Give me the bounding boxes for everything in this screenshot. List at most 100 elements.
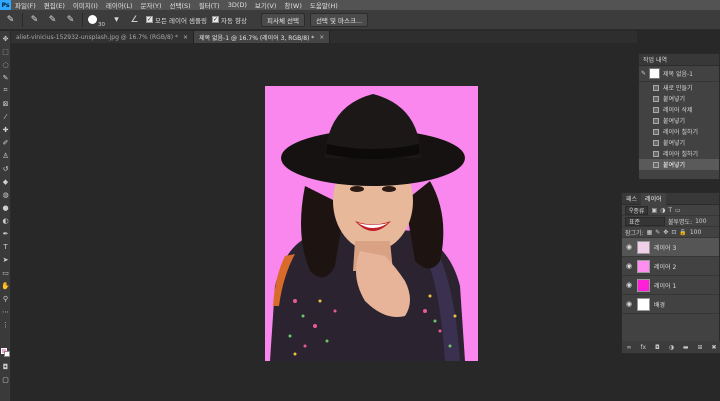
sample-all-layers-checkbox[interactable]: ✓ 모든 레이어 샘플링 <box>146 15 207 25</box>
tools-panel: ✥ ⬚ ◌ ✎ ⌗ ⊠ ⁄ ✚ ✐ ♙ ↺ ◆ ◍ ● ◐ ✒ T ➤ ▭ ✋ … <box>0 31 11 401</box>
clone-stamp-tool-icon[interactable]: ♙ <box>1 151 10 160</box>
crop-tool-icon[interactable]: ⌗ <box>1 86 10 95</box>
add-to-selection-icon[interactable]: ✎ <box>46 13 59 26</box>
filter-shape-icon[interactable]: ▭ <box>675 207 681 214</box>
dodge-tool-icon[interactable]: ◐ <box>1 216 10 225</box>
history-panel-title[interactable]: 작업 내역 <box>643 55 667 64</box>
eyedropper-tool-icon[interactable]: ⁄ <box>1 112 10 121</box>
background-color-swatch[interactable] <box>4 351 10 357</box>
link-layers-icon[interactable]: ∞ <box>626 344 631 351</box>
photoshop-logo-icon[interactable]: Ps <box>0 0 11 10</box>
select-subject-button[interactable]: 피사체 선택 <box>260 12 305 27</box>
history-item-selected[interactable]: 붙여넣기 <box>639 159 719 170</box>
fill-value[interactable]: 100 <box>690 229 701 236</box>
lock-all-icon[interactable]: 🔒 <box>679 229 686 236</box>
lasso-tool-icon[interactable]: ◌ <box>1 60 10 69</box>
eraser-tool-icon[interactable]: ◆ <box>1 177 10 186</box>
group-folder-icon[interactable]: ▬ <box>683 344 689 351</box>
lock-pixels-icon[interactable]: ▦ <box>647 229 653 236</box>
layer-row[interactable]: ◉ 레이어 3 <box>622 238 719 257</box>
filter-pixel-icon[interactable]: ▣ <box>651 207 657 214</box>
adjustment-layer-icon[interactable]: ◑ <box>669 344 674 351</box>
layer-thumbnail <box>637 278 650 292</box>
select-and-mask-button[interactable]: 선택 및 마스크... <box>309 12 369 27</box>
more-tools-icon[interactable]: ⋯ <box>1 307 10 316</box>
quick-selection-tool-icon[interactable]: ✎ <box>4 13 17 26</box>
add-mask-icon[interactable]: ◘ <box>655 344 660 351</box>
history-item[interactable]: 레이어 칠하기 <box>639 148 719 159</box>
paint-bucket-tool-icon[interactable]: ◍ <box>1 190 10 199</box>
eye-icon[interactable]: ◉ <box>626 243 633 251</box>
move-tool-icon[interactable]: ✥ <box>1 34 10 43</box>
fx-icon[interactable]: fx <box>640 344 646 351</box>
subtract-from-selection-icon[interactable]: ✎ <box>64 13 77 26</box>
canvas-area[interactable] <box>12 43 637 401</box>
eye-icon[interactable]: ◉ <box>626 262 633 270</box>
trash-icon[interactable]: ✖ <box>711 344 716 351</box>
brush-tool-icon[interactable]: ✐ <box>1 138 10 147</box>
new-layer-icon[interactable]: ⊞ <box>698 344 703 351</box>
close-icon[interactable]: × <box>319 34 324 41</box>
new-selection-icon[interactable]: ✎ <box>28 13 41 26</box>
menu-filter[interactable]: 필터(T) <box>195 0 224 10</box>
menu-view[interactable]: 보기(V) <box>251 0 280 10</box>
lock-position-icon[interactable]: ✥ <box>663 229 668 236</box>
history-item[interactable]: 붙여넣기 <box>639 137 719 148</box>
auto-enhance-checkbox[interactable]: ✓ 자동 향상 <box>211 15 247 25</box>
layer-row[interactable]: ◉ 배경 <box>622 295 719 314</box>
menu-edit[interactable]: 편집(E) <box>40 0 69 10</box>
history-item[interactable]: 새로 만들기 <box>639 82 719 93</box>
menu-layer[interactable]: 레이어(L) <box>102 0 137 10</box>
quick-selection-tool-icon[interactable]: ✎ <box>1 73 10 82</box>
document-canvas[interactable] <box>265 86 478 361</box>
blend-mode-select[interactable]: 표준 <box>625 216 665 226</box>
layer-row[interactable]: ◉ 레이어 1 <box>622 276 719 295</box>
menu-type[interactable]: 문자(Y) <box>137 0 166 10</box>
layer-name: 레이어 1 <box>654 282 677 290</box>
menu-window[interactable]: 창(W) <box>280 0 305 10</box>
brush-angle-icon[interactable]: ∠ <box>128 13 141 26</box>
history-item[interactable]: 레이어 칠하기 <box>639 126 719 137</box>
tab-layers[interactable]: 레이어 <box>641 192 666 205</box>
rectangle-tool-icon[interactable]: ▭ <box>1 268 10 277</box>
history-snapshot[interactable]: ✎ 제목 없음-1 <box>639 66 719 82</box>
tab-untitled-1[interactable]: 제목 없음-1 @ 16.7% (레이어 3, RGB/8) * × <box>194 31 331 43</box>
tab-unsplash-photo[interactable]: aliet-vinicius-152932-unsplash.jpg @ 16.… <box>11 31 195 43</box>
opacity-value[interactable]: 100 <box>695 218 706 225</box>
menu-select[interactable]: 선택(S) <box>166 0 195 10</box>
type-tool-icon[interactable]: T <box>1 242 10 251</box>
healing-brush-tool-icon[interactable]: ✚ <box>1 125 10 134</box>
edit-toolbar-icon[interactable]: ⋮ <box>1 320 10 329</box>
tab-paths[interactable]: 패스 <box>622 193 641 205</box>
tab-label: 제목 없음-1 @ 16.7% (레이어 3, RGB/8) * <box>199 34 315 42</box>
history-item[interactable]: 붙여넣기 <box>639 93 719 104</box>
filter-adjust-icon[interactable]: ◑ <box>660 207 665 214</box>
frame-tool-icon[interactable]: ⊠ <box>1 99 10 108</box>
pen-tool-icon[interactable]: ✒ <box>1 229 10 238</box>
close-icon[interactable]: × <box>183 34 188 41</box>
filter-type-icon[interactable]: T <box>668 207 672 214</box>
history-item[interactable]: 레이어 삭제 <box>639 104 719 115</box>
path-selection-tool-icon[interactable]: ➤ <box>1 255 10 264</box>
layer-filter-select[interactable]: ⚲ 종류 <box>625 205 649 215</box>
menu-file[interactable]: 파일(F) <box>11 0 40 10</box>
lock-artboard-icon[interactable]: ⊡ <box>671 229 676 236</box>
menu-3d[interactable]: 3D(D) <box>224 1 251 9</box>
hand-tool-icon[interactable]: ✋ <box>1 281 10 290</box>
history-brush-tool-icon[interactable]: ↺ <box>1 164 10 173</box>
layer-row[interactable]: ◉ 레이어 2 <box>622 257 719 276</box>
history-item[interactable]: 붙여넣기 <box>639 115 719 126</box>
lock-brush-icon[interactable]: ✎ <box>655 229 660 236</box>
eye-icon[interactable]: ◉ <box>626 281 633 289</box>
menu-help[interactable]: 도움말(H) <box>306 0 342 10</box>
eye-icon[interactable]: ◉ <box>626 300 633 308</box>
blur-tool-icon[interactable]: ● <box>1 203 10 212</box>
menu-image[interactable]: 이미지(I) <box>69 0 102 10</box>
brush-source-icon[interactable]: ✎ <box>641 70 646 77</box>
quick-mask-icon[interactable]: ◘ <box>1 362 10 371</box>
chevron-down-icon[interactable]: ▾ <box>110 13 123 26</box>
marquee-tool-icon[interactable]: ⬚ <box>1 47 10 56</box>
screen-mode-icon[interactable]: ▢ <box>1 375 10 384</box>
brush-preview-icon[interactable] <box>88 15 97 24</box>
zoom-tool-icon[interactable]: ⚲ <box>1 294 10 303</box>
